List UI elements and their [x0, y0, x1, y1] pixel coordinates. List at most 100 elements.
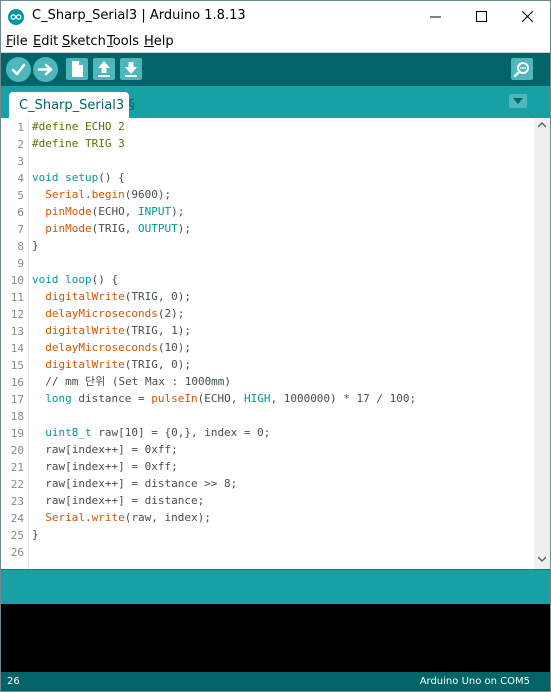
line-number: 7 [17, 223, 24, 236]
minimize-icon [430, 16, 441, 18]
verify-icon [11, 63, 26, 76]
status-line-number: 26 [7, 676, 20, 687]
status-bar: 26 Arduino Uno on COM5 [1, 672, 550, 691]
vertical-scrollbar[interactable] [534, 118, 550, 569]
arduino-logo-icon [8, 9, 24, 25]
serial-monitor-icon [513, 62, 529, 78]
upload-button[interactable] [33, 57, 58, 82]
scroll-down-icon [538, 556, 546, 562]
title-bar: C_Sharp_Serial3 | Arduino 1.8.13 [1, 1, 550, 32]
line-number: 20 [10, 444, 24, 457]
tab-menu-button[interactable] [509, 94, 527, 108]
line-number: 22 [10, 478, 24, 491]
scroll-up-icon [538, 122, 546, 128]
open-button[interactable] [93, 58, 115, 80]
line-number: 21 [10, 461, 24, 474]
line-number: 15 [10, 359, 24, 372]
new-icon [72, 61, 83, 77]
tab-label: C_Sharp_Serial3 § [19, 98, 135, 113]
line-number: 9 [17, 257, 24, 270]
close-button[interactable] [504, 1, 550, 32]
menu-sketch-label: ketch [70, 34, 106, 49]
menu-tools[interactable]: Tools [107, 34, 139, 49]
code-line[interactable]: // mm 단위 (Set Max : 1000mm) [32, 373, 231, 390]
serial-monitor-button[interactable] [511, 58, 533, 80]
code-line[interactable]: Serial.write(raw, index); [32, 509, 211, 526]
menu-file[interactable]: File [6, 34, 28, 49]
line-number: 13 [10, 325, 24, 338]
maximize-icon [476, 11, 487, 22]
code-line[interactable]: #define TRIG 3 [32, 135, 125, 152]
code-line[interactable]: uint8_t raw[10] = {0,}, index = 0; [32, 424, 270, 441]
line-number: 5 [17, 189, 24, 202]
menu-edit[interactable]: Edit [33, 34, 58, 49]
code-line[interactable]: digitalWrite(TRIG, 0); [32, 288, 191, 305]
menu-edit-mnemonic: E [33, 34, 42, 49]
code-line[interactable]: raw[index++] = 0xff; [32, 441, 177, 458]
close-icon [522, 11, 534, 23]
line-number: 8 [17, 240, 24, 253]
code-line[interactable]: long distance = pulseIn(ECHO, HIGH, 1000… [32, 390, 416, 407]
line-number: 3 [17, 155, 24, 168]
code-line[interactable]: delayMicroseconds(10); [32, 339, 191, 356]
line-number: 19 [10, 427, 24, 440]
code-line[interactable]: pinMode(ECHO, INPUT); [32, 203, 184, 220]
output-console[interactable] [1, 604, 550, 672]
line-number: 14 [10, 342, 24, 355]
code-line[interactable]: digitalWrite(TRIG, 0); [32, 356, 191, 373]
line-number: 16 [10, 376, 24, 389]
line-number: 26 [10, 546, 24, 559]
line-number: 10 [10, 274, 24, 287]
line-number: 23 [10, 495, 24, 508]
chevron-down-icon [513, 98, 523, 104]
save-icon [125, 62, 137, 77]
line-number-gutter: 1 2 3 4 5 6 7 8 9 10 11 12 13 14 15 16 17 18 19 20 21 22 23 24 2… [1, 118, 29, 569]
code-line[interactable]: void loop() { [32, 271, 118, 288]
menu-edit-label: dit [41, 34, 59, 49]
window-title: C_Sharp_Serial3 | Arduino 1.8.13 [32, 8, 246, 23]
code-line[interactable]: #define ECHO 2 [32, 118, 125, 135]
arduino-ide-window: C_Sharp_Serial3 | Arduino 1.8.13 File Ed… [0, 0, 551, 692]
new-button[interactable] [66, 58, 88, 80]
status-board-port: Arduino Uno on COM5 [419, 676, 530, 687]
line-number: 11 [10, 291, 24, 304]
code-line[interactable]: raw[index++] = distance >> 8; [32, 475, 237, 492]
verify-button[interactable] [6, 57, 31, 82]
message-bar [1, 569, 550, 604]
minimize-button[interactable] [412, 1, 458, 32]
code-line[interactable]: pinMode(TRIG, OUTPUT); [32, 220, 191, 237]
menu-help-label: elp [153, 34, 174, 49]
tab-sketch[interactable]: C_Sharp_Serial3 § [9, 92, 135, 118]
line-number: 1 [17, 121, 24, 134]
line-number: 4 [17, 172, 24, 185]
open-icon [98, 61, 110, 77]
line-number: 2 [17, 138, 24, 151]
line-number: 24 [10, 512, 24, 525]
menu-file-label: ile [12, 34, 28, 49]
code-editor[interactable]: 1 2 3 4 5 6 7 8 9 10 11 12 13 14 15 16 17 18 19 20 21 22 23 24 2… [1, 118, 550, 569]
code-line[interactable]: raw[index++] = distance; [32, 492, 204, 509]
line-number: 6 [17, 206, 24, 219]
save-button[interactable] [120, 58, 142, 80]
code-line[interactable]: raw[index++] = 0xff; [32, 458, 177, 475]
menu-tools-label: ools [112, 34, 140, 49]
menu-sketch[interactable]: Sketch [62, 34, 106, 49]
code-line[interactable]: Serial.begin(9600); [32, 186, 171, 203]
code-line[interactable]: void setup() { [32, 169, 125, 186]
code-line[interactable]: digitalWrite(TRIG, 1); [32, 322, 191, 339]
menu-bar: File Edit Sketch Tools Help [1, 32, 550, 53]
line-number: 25 [10, 529, 24, 542]
line-number: 12 [10, 308, 24, 321]
code-line[interactable]: } [32, 526, 39, 543]
menu-help[interactable]: Help [144, 34, 174, 49]
menu-help-mnemonic: H [144, 34, 154, 49]
maximize-button[interactable] [458, 1, 504, 32]
line-number: 18 [10, 410, 24, 423]
toolbar [1, 53, 550, 86]
code-line[interactable]: } [32, 237, 39, 254]
line-number: 17 [10, 393, 24, 406]
code-line[interactable]: delayMicroseconds(2); [32, 305, 184, 322]
tab-bar: C_Sharp_Serial3 § [1, 86, 550, 118]
code-area[interactable]: #define ECHO 2 #define TRIG 3 void setup()… [32, 118, 532, 569]
upload-icon [37, 63, 53, 76]
